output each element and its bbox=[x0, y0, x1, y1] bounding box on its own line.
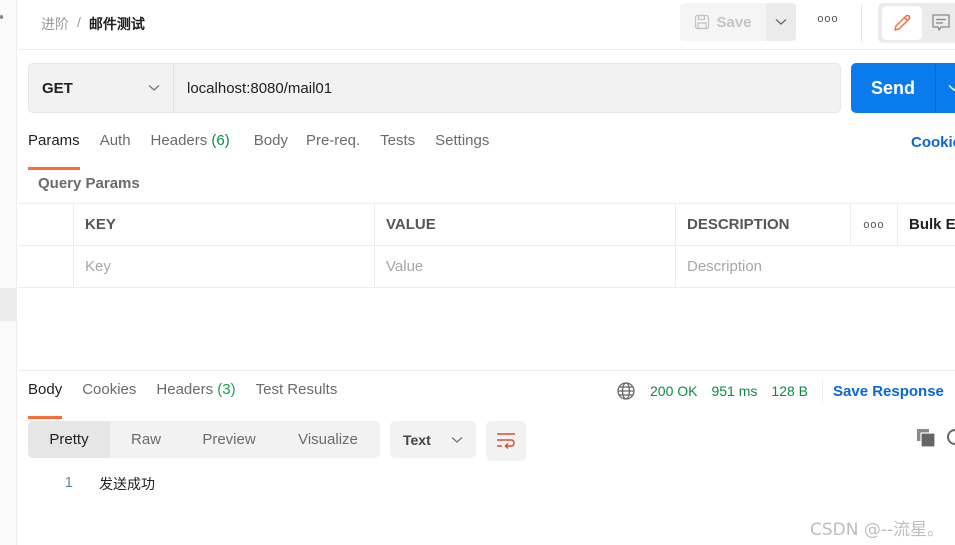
tab-response-headers[interactable]: Headers (3) bbox=[156, 381, 235, 411]
tab-auth[interactable]: Auth bbox=[100, 132, 131, 162]
tab-label: Test Results bbox=[255, 381, 338, 398]
divider bbox=[861, 4, 862, 42]
save-options-button[interactable] bbox=[766, 3, 796, 41]
save-button[interactable]: Save bbox=[680, 3, 766, 41]
table-header-row: KEY VALUE DESCRIPTION ooo Bulk Edit bbox=[18, 204, 955, 246]
response-meta: 200 OK 951 ms 128 B Save Response bbox=[616, 380, 944, 402]
tab-label: Headers bbox=[156, 381, 214, 398]
view-pretty-button[interactable]: Pretty bbox=[28, 421, 110, 458]
breadcrumb-separator: / bbox=[77, 14, 81, 30]
tab-label: Headers bbox=[150, 132, 208, 149]
query-params-title: Query Params bbox=[38, 175, 140, 192]
sidebar-selected-item[interactable] bbox=[0, 288, 17, 321]
tab-label: Tests bbox=[380, 132, 416, 149]
query-params-table: KEY VALUE DESCRIPTION ooo Bulk Edit Key … bbox=[18, 203, 955, 288]
request-workspace: 进阶 / 邮件测试 Save ooo GET localhost:8080/ma… bbox=[18, 0, 955, 545]
key-input[interactable]: Key bbox=[73, 246, 374, 287]
description-input[interactable]: Description bbox=[675, 246, 945, 287]
table-row: Key Value Description bbox=[18, 246, 955, 288]
response-size[interactable]: 128 B bbox=[771, 383, 808, 399]
save-response-button[interactable]: Save Response bbox=[833, 383, 944, 400]
tab-pre-request[interactable]: Pre-req. bbox=[306, 132, 360, 162]
bulk-edit-button[interactable]: Bulk Edit bbox=[897, 204, 955, 245]
column-header-value: VALUE bbox=[374, 204, 675, 245]
breadcrumb-request-name[interactable]: 邮件测试 bbox=[89, 14, 145, 34]
view-raw-button[interactable]: Raw bbox=[110, 421, 182, 458]
tab-response-cookies[interactable]: Cookies bbox=[82, 381, 136, 411]
tab-label: Body bbox=[28, 381, 63, 398]
url-input[interactable] bbox=[174, 64, 840, 112]
save-label: Save bbox=[716, 13, 752, 31]
view-visualize-button[interactable]: Visualize bbox=[276, 421, 380, 458]
response-tabs: Body Cookies Headers (3) Test Results bbox=[28, 381, 357, 419]
view-mode-group: Pretty Raw Preview Visualize bbox=[28, 421, 380, 458]
tab-settings[interactable]: Settings bbox=[435, 132, 489, 162]
column-options-button[interactable]: ooo bbox=[850, 204, 897, 245]
tab-response-body[interactable]: Body bbox=[28, 381, 63, 419]
globe-icon[interactable] bbox=[616, 381, 636, 401]
line-number: 1 bbox=[64, 474, 73, 491]
tab-label: Cookies bbox=[82, 381, 137, 398]
tab-params[interactable]: Params bbox=[28, 132, 80, 170]
response-body: 1 发送成功 bbox=[18, 474, 155, 494]
breadcrumb-collection[interactable]: 进阶 bbox=[41, 14, 69, 34]
comment-icon bbox=[932, 14, 950, 31]
divider bbox=[822, 380, 823, 402]
tab-label: Pre-req. bbox=[305, 132, 361, 149]
response-headers-count: (3) bbox=[217, 381, 236, 398]
send-button[interactable]: Send bbox=[851, 63, 935, 113]
breadcrumb: 进阶 / 邮件测试 bbox=[41, 14, 145, 34]
edit-mode-button[interactable] bbox=[882, 6, 922, 40]
tab-label: Settings bbox=[435, 132, 490, 149]
send-options-button[interactable] bbox=[935, 63, 955, 113]
tab-label: Params bbox=[28, 132, 80, 149]
response-divider[interactable] bbox=[18, 370, 955, 371]
wrap-lines-icon bbox=[497, 433, 515, 450]
request-tabs: Params Auth Headers (6) Body Pre-req. Te… bbox=[28, 132, 509, 170]
chevron-down-icon bbox=[451, 436, 463, 443]
column-header-description: DESCRIPTION bbox=[675, 204, 850, 245]
comments-button[interactable] bbox=[928, 10, 954, 36]
chevron-down-icon bbox=[775, 19, 787, 25]
url-bar: GET bbox=[28, 63, 841, 113]
headers-count: (6) bbox=[211, 132, 230, 149]
pencil-icon bbox=[894, 14, 911, 31]
save-group: Save bbox=[680, 3, 796, 41]
column-header-key: KEY bbox=[73, 204, 374, 245]
view-preview-button[interactable]: Preview bbox=[182, 421, 276, 458]
method-select[interactable]: GET bbox=[29, 64, 174, 112]
send-button-group: Send bbox=[851, 63, 955, 113]
left-sidebar bbox=[0, 0, 17, 545]
tab-label: Auth bbox=[99, 132, 131, 149]
code-line: 发送成功 bbox=[99, 477, 155, 493]
format-label: Text bbox=[403, 431, 431, 448]
response-time[interactable]: 951 ms bbox=[711, 383, 757, 399]
chevron-down-icon bbox=[947, 84, 955, 92]
save-icon bbox=[695, 14, 710, 30]
top-bar: 进阶 / 邮件测试 Save ooo bbox=[18, 0, 955, 50]
more-actions-button[interactable]: ooo bbox=[816, 13, 840, 29]
wrap-lines-button[interactable] bbox=[486, 421, 526, 461]
tab-tests[interactable]: Tests bbox=[380, 132, 415, 162]
tab-label: Body bbox=[253, 132, 288, 149]
search-icon[interactable] bbox=[945, 428, 955, 448]
method-label: GET bbox=[42, 79, 73, 97]
cookies-link[interactable]: Cookies bbox=[911, 134, 955, 151]
watermark: CSDN @--流星。 bbox=[810, 520, 945, 540]
tab-headers[interactable]: Headers (6) bbox=[151, 132, 230, 162]
tab-test-results[interactable]: Test Results bbox=[256, 381, 338, 411]
tab-body[interactable]: Body bbox=[254, 132, 288, 162]
status-code[interactable]: 200 OK bbox=[650, 383, 697, 399]
sidebar-handle-icon[interactable] bbox=[0, 15, 3, 19]
chevron-down-icon bbox=[148, 85, 160, 91]
format-select[interactable]: Text bbox=[390, 421, 476, 458]
copy-icon[interactable] bbox=[916, 428, 936, 448]
value-input[interactable]: Value bbox=[374, 246, 675, 287]
mode-toggle bbox=[878, 3, 955, 43]
